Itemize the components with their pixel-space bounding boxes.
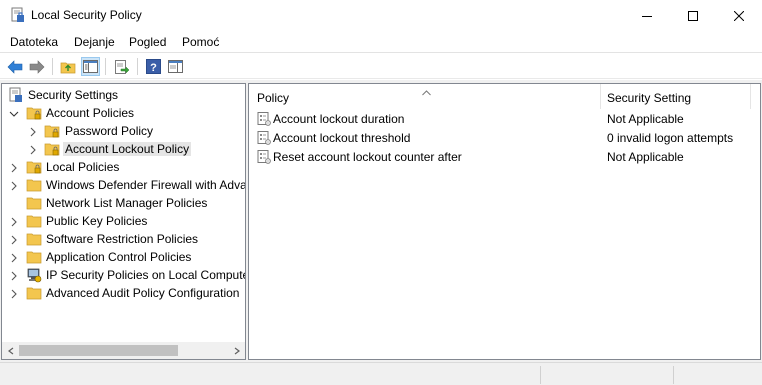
details-list[interactable]: Policy Security Setting Account lockout … [248, 83, 761, 360]
folder-icon [26, 285, 42, 301]
toolbar-separator [105, 58, 106, 75]
tree-horizontal-scrollbar[interactable] [2, 342, 245, 359]
list-row[interactable]: Reset account lockout counter after Not … [249, 147, 760, 166]
chevron-right-icon[interactable] [28, 126, 38, 137]
locked-folder-icon [44, 141, 60, 157]
folder-icon [26, 195, 42, 211]
help-icon[interactable]: ? [144, 57, 163, 76]
tree-item-ip-security-policies[interactable]: IP Security Policies on Local Compute [2, 266, 245, 284]
tree-label: Windows Defender Firewall with Adva [46, 178, 246, 192]
column-header-policy[interactable]: Policy [257, 84, 289, 109]
tree-item-password-policy[interactable]: Password Policy [2, 122, 245, 140]
export-list-icon[interactable] [112, 57, 131, 76]
list-header: Policy Security Setting [249, 84, 760, 109]
folder-icon [26, 213, 42, 229]
tree-label: Application Control Policies [46, 250, 192, 264]
show-hide-tree-icon[interactable] [81, 57, 100, 76]
chevron-right-icon[interactable] [9, 162, 19, 173]
column-divider[interactable] [750, 84, 751, 109]
chevron-right-icon[interactable] [9, 216, 19, 227]
tree-label: Public Key Policies [46, 214, 148, 228]
policy-setting-icon [256, 111, 272, 127]
security-setting-value: 0 invalid logon attempts [607, 131, 734, 145]
title-bar: Local Security Policy [0, 0, 762, 31]
chevron-right-icon[interactable] [9, 252, 19, 263]
toolbar: ? [0, 54, 762, 79]
locked-folder-icon [26, 159, 42, 175]
tree-item-network-list-manager[interactable]: Network List Manager Policies [2, 194, 245, 212]
chevron-right-icon[interactable] [9, 270, 19, 281]
column-divider[interactable] [600, 84, 601, 109]
toolbar-separator [137, 58, 138, 75]
window-title: Local Security Policy [31, 8, 142, 22]
chevron-down-icon[interactable] [9, 108, 19, 118]
locked-folder-icon [44, 123, 60, 139]
toolbar-separator [52, 58, 53, 75]
column-header-security-setting[interactable]: Security Setting [607, 84, 691, 109]
tree-item-application-control-policies[interactable]: Application Control Policies [2, 248, 245, 266]
ip-security-computer-icon [26, 267, 42, 283]
chevron-right-icon[interactable] [9, 234, 19, 245]
sort-ascending-icon [422, 85, 431, 99]
tree-label: Software Restriction Policies [46, 232, 199, 246]
menu-datoteka[interactable]: Datoteka [10, 35, 58, 49]
folder-icon [26, 177, 42, 193]
policy-name: Account lockout threshold [273, 131, 411, 145]
minimize-button[interactable] [624, 0, 670, 31]
tree-label: Password Policy [65, 124, 154, 138]
tree-item-windows-defender-firewall[interactable]: Windows Defender Firewall with Adva [2, 176, 245, 194]
tree-item-account-policies[interactable]: Account Policies [2, 104, 245, 122]
list-row[interactable]: Account lockout threshold 0 invalid logo… [249, 128, 760, 147]
menu-bar: Datoteka Dejanje Pogled Pomoć [0, 31, 762, 53]
chevron-right-icon[interactable] [9, 288, 19, 299]
security-setting-value: Not Applicable [607, 150, 684, 164]
scroll-left-icon[interactable] [2, 342, 19, 359]
locked-folder-icon [26, 105, 42, 121]
tree-label: Local Policies [46, 160, 120, 174]
tree-item-local-policies[interactable]: Local Policies [2, 158, 245, 176]
svg-text:?: ? [150, 62, 157, 74]
tree-item-advanced-audit-policy[interactable]: Advanced Audit Policy Configuration [2, 284, 245, 302]
scrollbar-thumb[interactable] [19, 345, 178, 356]
menu-dejanje[interactable]: Dejanje [74, 35, 115, 49]
policy-name: Account lockout duration [273, 112, 405, 126]
tree-label: Account Policies [46, 106, 135, 120]
chevron-right-icon[interactable] [28, 144, 38, 155]
tree-label: IP Security Policies on Local Compute [46, 268, 246, 282]
status-bar-separator [673, 366, 674, 384]
status-bar-separator [540, 366, 541, 384]
folder-icon [26, 249, 42, 265]
tree-item-account-lockout-policy[interactable]: Account Lockout Policy [2, 140, 245, 158]
tree-label: Account Lockout Policy [63, 142, 192, 156]
properties-pane-icon[interactable] [166, 57, 185, 76]
security-setting-value: Not Applicable [607, 112, 684, 126]
tree-label: Network List Manager Policies [46, 196, 208, 210]
scroll-right-icon[interactable] [228, 342, 245, 359]
security-policy-app-icon [10, 7, 26, 23]
folder-icon [26, 231, 42, 247]
chevron-right-icon[interactable] [9, 180, 19, 191]
maximize-button[interactable] [670, 0, 716, 31]
close-button[interactable] [716, 0, 762, 31]
policy-name: Reset account lockout counter after [273, 150, 462, 164]
menu-pomoc[interactable]: Pomoć [182, 35, 219, 49]
status-bar [0, 362, 762, 385]
menu-pogled[interactable]: Pogled [129, 35, 166, 49]
content-area: Security Settings Account Policies Passw… [0, 80, 762, 362]
forward-icon[interactable] [27, 57, 46, 76]
list-row[interactable]: Account lockout duration Not Applicable [249, 109, 760, 128]
tree-item-public-key-policies[interactable]: Public Key Policies [2, 212, 245, 230]
back-icon[interactable] [5, 57, 24, 76]
tree-item-software-restriction-policies[interactable]: Software Restriction Policies [2, 230, 245, 248]
console-tree[interactable]: Security Settings Account Policies Passw… [1, 83, 246, 360]
tree-label: Advanced Audit Policy Configuration [46, 286, 240, 300]
tree-label: Security Settings [28, 88, 119, 102]
policy-setting-icon [256, 149, 272, 165]
tree-item-security-settings[interactable]: Security Settings [2, 86, 245, 104]
policy-setting-icon [256, 130, 272, 146]
security-settings-icon [8, 87, 24, 103]
up-folder-icon[interactable] [58, 57, 77, 76]
